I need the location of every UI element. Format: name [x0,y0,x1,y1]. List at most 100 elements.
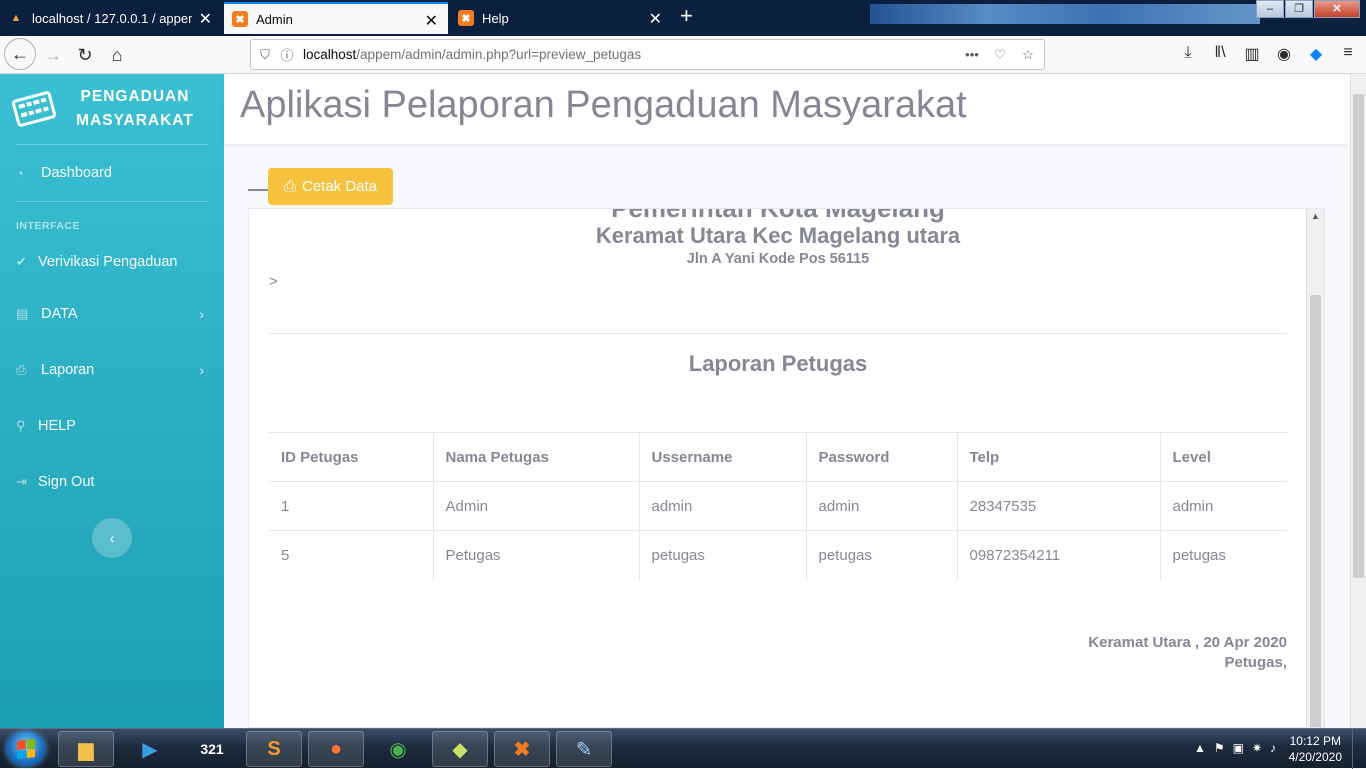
action-center-flag-icon[interactable]: ⚑ [1214,741,1225,755]
report-title: Laporan Petugas [688,351,868,376]
home-icon[interactable]: ⌂ [102,40,132,70]
column-header: Telp [956,432,1160,482]
tab-phpmyadmin[interactable]: ▲ localhost / 127.0.0.1 / appem / ✕ [0,2,222,34]
keyboard-icon [11,90,57,128]
minimize-button[interactable]: ‒ [1256,0,1284,18]
sidebar-item-verifikasi[interactable]: ✔ Verivikasi Pengaduan [0,238,224,286]
sidebar-brand[interactable]: PENGADUAN MASYARAKAT [0,74,224,144]
media-classic-icon[interactable]: 321 [184,731,240,767]
menu-icon[interactable]: ≡ [1338,44,1358,64]
sidebar-item-label: Laporan [41,362,95,378]
reload-icon[interactable]: ↻ [70,40,100,70]
sidebar-item-data[interactable]: ▤ DATA › [0,286,224,342]
print-icon: ⎙ [16,362,27,377]
browser-tab-bar: ▲ localhost / 127.0.0.1 / appem / ✕ ✖ Ad… [0,0,1366,36]
url-host: localhost [303,47,357,62]
sidebar-item-laporan[interactable]: ⎙ Laporan › [0,342,224,398]
tab-label: localhost / 127.0.0.1 / appem / [32,10,192,26]
divider-line [248,189,268,191]
forward-icon[interactable]: → [38,40,68,70]
sticky-notes-icon[interactable]: ◆ [432,731,488,767]
sidebar-item-help[interactable]: ⚲ HELP [0,398,224,454]
dashboard-icon: ◔ [16,165,24,181]
chevron-left-icon: ‹ [109,530,115,546]
device-icon[interactable]: ▣ [1233,741,1244,755]
network-icon[interactable]: ✷ [1252,741,1262,755]
report-header-line1: Pemerintah Kota Magelang [611,208,945,223]
library-icon[interactable]: ‖\ [1210,44,1230,64]
sidebar-item-label: Dashboard [41,165,112,181]
tab-help[interactable]: ✖ Help ✕ [450,2,672,34]
download-icon[interactable]: ⤓ [1178,44,1198,64]
close-icon[interactable]: ✕ [649,9,662,29]
column-header: Password [805,432,957,482]
close-icon[interactable]: ✕ [199,9,212,29]
pocket-icon[interactable]: ♡ [992,47,1008,63]
page-actions-icon[interactable]: ••• [964,47,980,62]
taskbar-clock[interactable]: 10:12 PM 4/20/2020 [1289,733,1342,765]
close-icon[interactable]: ✕ [425,11,438,31]
column-header: Nama Petugas [432,432,639,482]
sidebar-heading: INTERFACE [16,220,81,232]
restore-button[interactable]: ❐ [1285,0,1313,18]
table-row: 5 Petugas petugas petugas 09872354211 pe… [269,530,1287,580]
url-bar[interactable]: ⛉ ⓘ localhost /appem/admin/admin.php?url… [250,39,1045,70]
sidebar-toggle-icon[interactable]: ▥ [1242,44,1262,64]
sidebar: PENGADUAN MASYARAKAT ◔ Dashboard INTERFA… [0,74,224,728]
tab-label: Admin [256,11,293,27]
shield-icon[interactable]: ⛉ [257,47,273,63]
chrome-icon[interactable]: ◉ [370,731,426,767]
print-button[interactable]: ⎙ Cetak Data [268,168,393,205]
table-cell: 28347535 [956,481,1160,531]
url-path: /appem/admin/admin.php?url=preview_petug… [356,47,642,62]
xampp-icon[interactable]: ✖ [494,731,550,767]
bookmark-star-icon[interactable]: ☆ [1020,47,1036,63]
table-cell: admin [1159,481,1287,531]
scrollbar-thumb[interactable] [1353,94,1364,578]
topbar: Aplikasi Pelaporan Pengaduan Masyarakat [224,74,1350,144]
account-icon[interactable]: ◉ [1274,44,1294,64]
brand-line2: MASYARAKAT [76,112,194,129]
window-close-button[interactable]: ✕ [1314,0,1360,18]
show-hidden-icons-icon[interactable]: ▲ [1194,741,1206,755]
sync-icon[interactable]: ◆ [1306,44,1326,64]
start-button[interactable] [6,731,46,767]
paint-icon[interactable]: ✎ [556,731,612,767]
sign-role: Petugas, [1224,654,1287,671]
chevron-right-icon: › [199,362,204,378]
tab-label: Help [482,10,509,26]
sidebar-item-dashboard[interactable]: ◔ Dashboard [0,145,224,201]
column-header: Ussername [638,432,806,482]
page-scrollbar[interactable] [1350,74,1366,728]
firefox-icon[interactable]: ● [308,731,364,767]
scrollbar-thumb[interactable] [1310,295,1321,727]
table-cell: admin [638,481,806,531]
search-icon: ⚲ [16,418,26,433]
chevron-right-icon: › [199,306,204,322]
back-icon[interactable]: ← [4,38,36,70]
print-icon: ⎙ [283,178,296,195]
stray-text: > [269,273,278,290]
windows-logo-icon [17,739,35,759]
report-header-line2: Keramat Utara Kec Magelang utara [595,223,961,248]
file-icon: ▤ [16,306,29,321]
table-cell: 1 [269,481,433,531]
column-header: Level [1159,432,1287,482]
sidebar-item-sign-out[interactable]: ⇥ Sign Out [0,454,224,510]
new-tab-icon[interactable]: + [680,4,693,28]
report-document: Pemerintah Kota Magelang Keramat Utara K… [249,208,1307,727]
volume-icon[interactable]: ♪ [1270,741,1276,755]
media-player-icon[interactable]: ▶ [122,731,178,767]
tab-admin[interactable]: ✖ Admin ✕ [224,2,448,34]
xampp-icon: ✖ [232,11,248,27]
table-cell: 5 [269,530,433,580]
show-desktop-button[interactable] [1352,729,1366,769]
sublime-text-icon[interactable]: S [246,731,302,767]
title-bar-glass [870,4,1260,24]
petugas-table: ID Petugas Nama Petugas Ussername Passwo… [269,432,1287,580]
sidebar-toggle-button[interactable]: ‹ [92,518,132,558]
explorer-icon[interactable]: ▆ [58,731,114,767]
info-icon[interactable]: ⓘ [279,45,295,64]
scroll-up-icon[interactable]: ▲ [1311,211,1320,221]
frame-scrollbar[interactable]: ▲ [1306,209,1324,727]
